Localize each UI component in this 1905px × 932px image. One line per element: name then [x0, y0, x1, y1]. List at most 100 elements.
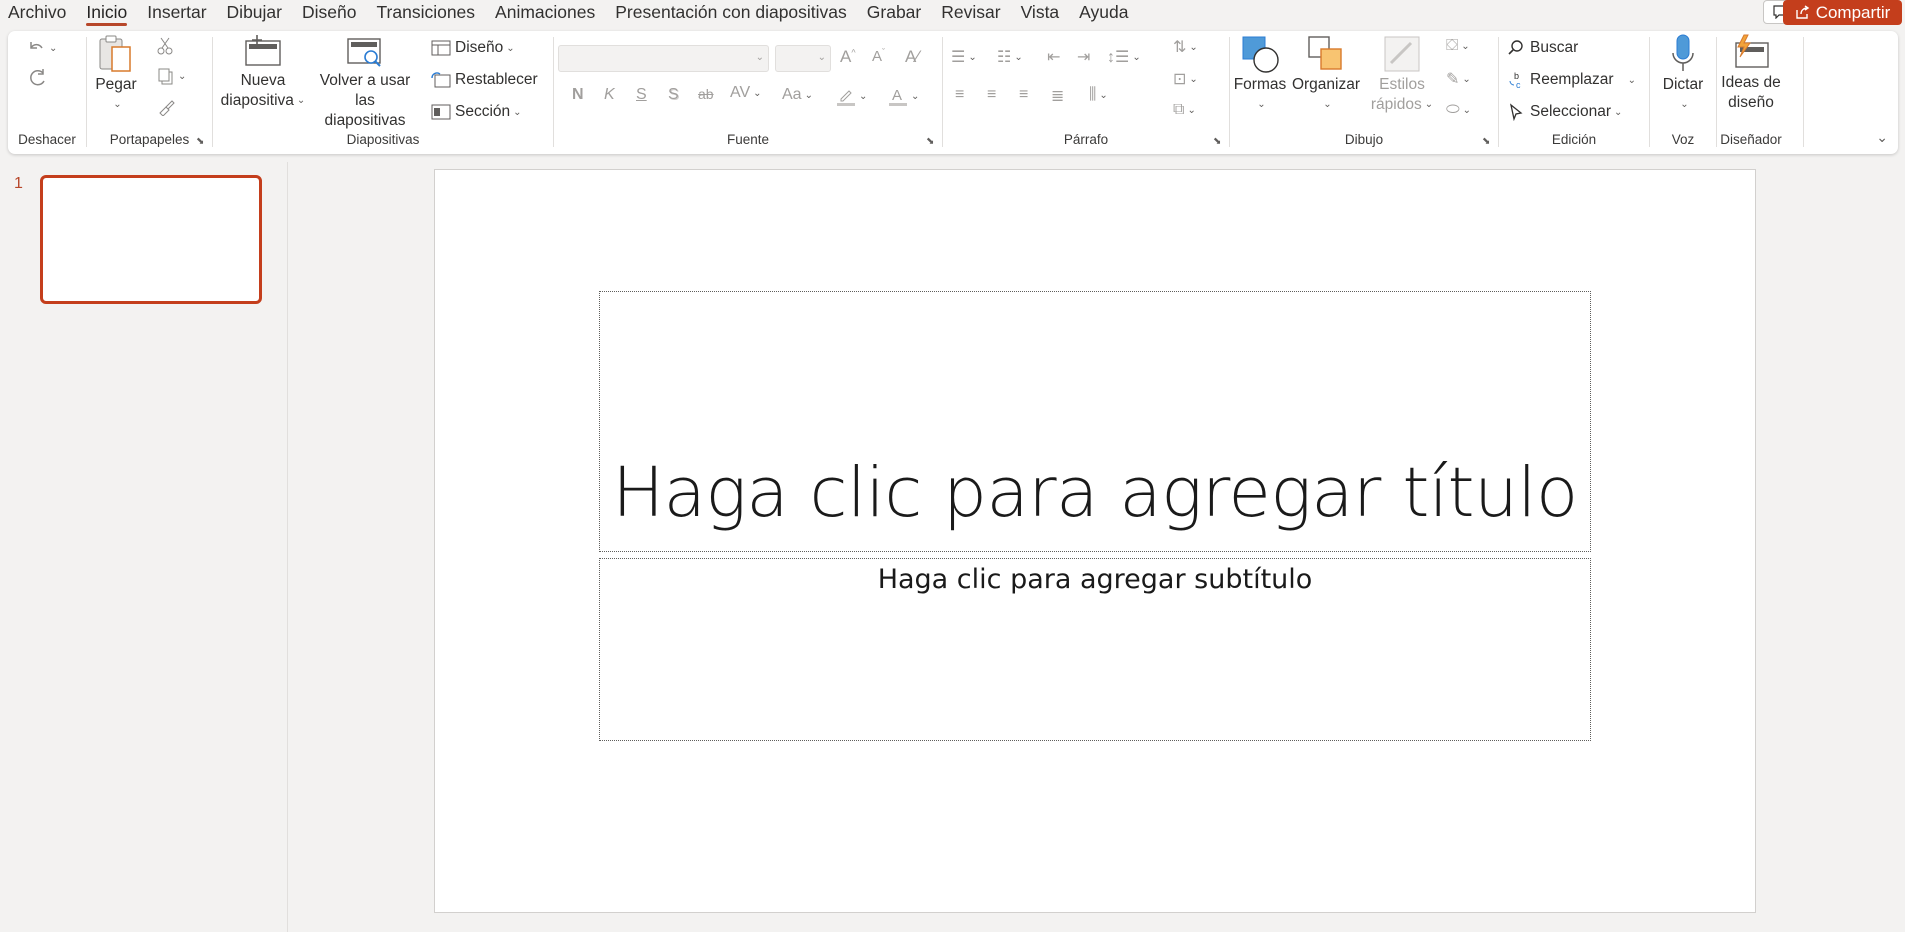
dialog-launcher-icon[interactable]: ⬊ [196, 136, 208, 148]
reset-icon [431, 72, 451, 88]
slide-canvas: Haga clic para agregar título Haga clic … [434, 169, 1756, 913]
group-label-font: Fuente [726, 132, 770, 147]
underline-button[interactable]: S [636, 86, 647, 104]
share-button[interactable]: Compartir [1783, 0, 1902, 25]
svg-text:A: A [892, 87, 902, 104]
copy-icon [158, 68, 173, 85]
grow-font-button[interactable]: A^ [840, 47, 856, 67]
text-direction-button[interactable]: ⇅ ⌄ [1173, 37, 1198, 57]
smartart-button[interactable]: ⧉ ⌄ [1173, 101, 1196, 119]
quick-styles-label-line1: Estilos [1379, 76, 1425, 93]
redo-button[interactable] [26, 67, 48, 89]
format-painter-button[interactable] [157, 98, 175, 116]
group-slides: Nueva diapositiva ⌄ Volver a usar las dia… [213, 31, 553, 154]
undo-button[interactable]: ⌄ [26, 38, 57, 58]
clear-format-button[interactable]: A⁄ [905, 47, 919, 67]
menu-inicio[interactable]: Inicio [76, 0, 137, 27]
subtitle-placeholder[interactable]: Haga clic para agregar subtítulo [599, 558, 1591, 741]
chevron-down-icon: ⌄ [968, 51, 977, 63]
dictate-button[interactable]: Dictar ⌄ [1654, 33, 1712, 115]
find-button[interactable]: Buscar [1507, 39, 1578, 57]
ribbon: ⌄ Deshacer Pegar ⌄ ⌄ Portapapeles ⬊ Nuev… [8, 31, 1898, 154]
shadow-button[interactable]: S [668, 86, 679, 104]
section-button[interactable]: Sección ⌄ [431, 103, 522, 121]
menu-presentacion[interactable]: Presentación con diapositivas [605, 0, 857, 27]
bullets-button[interactable]: ☰ ⌄ [951, 47, 977, 67]
chevron-down-icon: ⌄ [178, 70, 187, 82]
align-right-button[interactable]: ≡ [1019, 86, 1028, 104]
menu-grabar[interactable]: Grabar [857, 0, 931, 27]
line-spacing-button[interactable]: ↕☰ ⌄ [1107, 47, 1141, 67]
highlight-button[interactable]: ⌄ [836, 86, 867, 106]
change-case-button[interactable]: Aa ⌄ [782, 86, 813, 104]
strikethrough-button[interactable]: ab [698, 86, 714, 102]
title-placeholder[interactable]: Haga clic para agregar título [599, 291, 1591, 552]
menu-diseno[interactable]: Diseño [292, 0, 366, 27]
shape-outline-button[interactable]: ✎ ⌄ [1446, 69, 1471, 89]
numbering-button[interactable]: ☷ ⌄ [997, 47, 1023, 67]
title-placeholder-text: Haga clic para agregar título [612, 453, 1578, 533]
chevron-down-icon: ⌄ [506, 42, 515, 54]
menu-animaciones[interactable]: Animaciones [485, 0, 605, 27]
chevron-down-icon: ⌄ [1680, 99, 1689, 110]
menu-insertar[interactable]: Insertar [137, 0, 216, 27]
menu-dibujar[interactable]: Dibujar [217, 0, 292, 27]
menu-vista[interactable]: Vista [1011, 0, 1070, 27]
arrange-button[interactable]: Organizar ⌄ [1288, 33, 1364, 115]
group-undo: ⌄ Deshacer [8, 31, 86, 154]
group-label-undo: Deshacer [18, 132, 76, 147]
font-size-combo[interactable]: ⌄ [775, 45, 831, 72]
dialog-launcher-icon[interactable]: ⬊ [926, 136, 938, 148]
menu-archivo[interactable]: Archivo [0, 0, 76, 27]
chevron-down-icon: ⌄ [49, 42, 58, 54]
replace-button[interactable]: bc Reemplazar ⌄ [1507, 71, 1636, 89]
reset-button[interactable]: Restablecer [431, 71, 538, 89]
paste-button[interactable]: Pegar ⌄ [91, 33, 141, 115]
copy-button[interactable]: ⌄ [157, 67, 186, 85]
menu-revisar[interactable]: Revisar [931, 0, 1010, 27]
align-center-button[interactable]: ≡ [987, 86, 996, 104]
reuse-slides-button[interactable]: Volver a usar las diapositivas [313, 33, 417, 131]
align-left-button[interactable]: ≡ [955, 86, 964, 104]
shapes-button[interactable]: Formas ⌄ [1232, 33, 1288, 115]
bold-button[interactable]: N [572, 86, 584, 104]
slide-thumbnail[interactable] [40, 175, 262, 304]
find-label: Buscar [1530, 39, 1579, 56]
dialog-launcher-icon[interactable]: ⬊ [1482, 136, 1494, 148]
shrink-font-button[interactable]: Aˇ [872, 47, 885, 65]
layout-button[interactable]: Diseño ⌄ [431, 39, 515, 57]
font-family-combo[interactable]: ⌄ [558, 45, 769, 72]
dialog-launcher-icon[interactable]: ⬊ [1213, 136, 1225, 148]
chevron-down-icon: ⌄ [755, 52, 764, 63]
ribbon-expand-chevron-icon[interactable]: ⌄ [1876, 129, 1888, 146]
svg-text:c: c [1516, 80, 1521, 89]
justify-button[interactable]: ≣ [1051, 86, 1064, 106]
chevron-down-icon: ⌄ [1189, 73, 1198, 85]
align-text-button[interactable]: ⊡ ⌄ [1173, 69, 1198, 89]
menu-transiciones[interactable]: Transiciones [366, 0, 485, 27]
group-drawing: Formas ⌄ Organizar ⌄ Estilos rápidos ⌄ ⛋ ⌄… [1230, 31, 1498, 154]
section-label: Sección [455, 103, 511, 120]
slide-number: 1 [14, 175, 23, 192]
chevron-down-icon: ⌄ [911, 90, 920, 102]
group-label-slides: Diapositivas [346, 132, 420, 147]
char-spacing-button[interactable]: AV ⌄ [730, 84, 762, 102]
increase-indent-button[interactable]: ⇥ [1077, 47, 1090, 67]
quick-styles-button[interactable]: Estilos rápidos ⌄ [1364, 33, 1440, 115]
decrease-indent-button[interactable]: ⇤ [1047, 47, 1060, 67]
menu-ayuda[interactable]: Ayuda [1069, 0, 1138, 27]
design-ideas-button[interactable]: Ideas de diseño [1719, 33, 1783, 113]
microphone-icon [1672, 34, 1694, 71]
columns-button[interactable]: ⫼ ⌄ [1089, 86, 1108, 104]
select-button[interactable]: Seleccionar ⌄ [1507, 103, 1622, 121]
increase-indent-icon: ⇥ [1077, 49, 1091, 66]
group-label-designer: Diseñador [1720, 132, 1782, 147]
chevron-down-icon: ⌄ [859, 90, 868, 102]
cut-button[interactable] [157, 37, 173, 55]
italic-button[interactable]: K [604, 86, 615, 104]
new-slide-button[interactable]: Nueva diapositiva ⌄ [215, 33, 311, 111]
shape-fill-button[interactable]: ⛋ ⌄ [1446, 37, 1470, 55]
chevron-down-icon: ⌄ [1187, 104, 1196, 116]
font-color-button[interactable]: A ⌄ [888, 86, 919, 106]
shape-effects-button[interactable]: ⬭ ⌄ [1446, 101, 1471, 119]
